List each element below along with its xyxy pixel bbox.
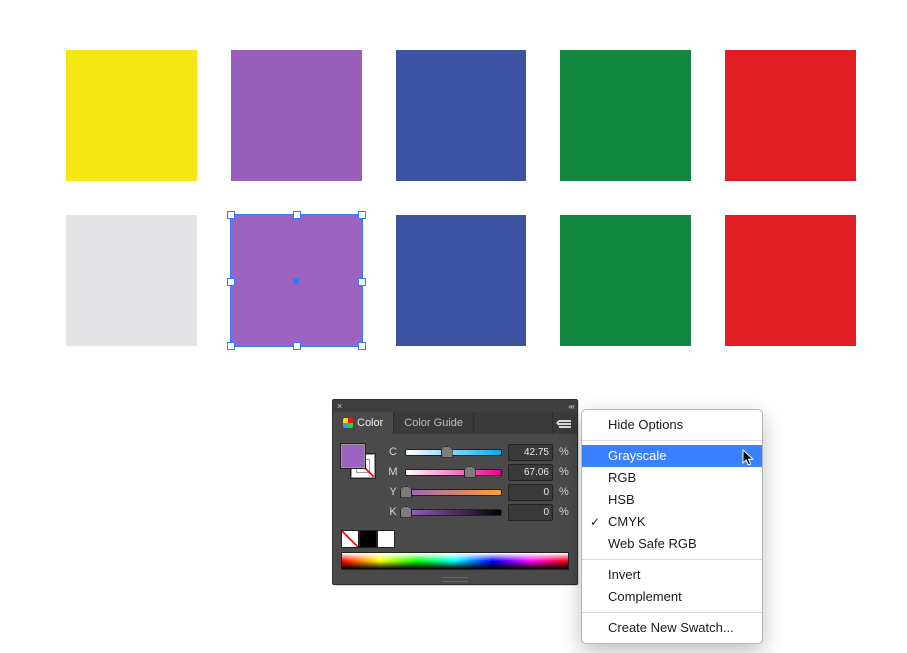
slider-knob[interactable] xyxy=(400,506,412,518)
menu-item[interactable]: Grayscale xyxy=(582,445,762,467)
menu-item-label: Hide Options xyxy=(608,417,683,432)
color-swatch[interactable] xyxy=(231,215,362,346)
panel-resize-grip[interactable] xyxy=(333,574,577,584)
channel-slider[interactable] xyxy=(405,469,502,476)
color-panel[interactable]: × «« Color Color Guide C 42.75% M 67.06% Y 0%… xyxy=(332,399,578,585)
tab-color-guide[interactable]: Color Guide xyxy=(394,412,474,434)
color-swatch[interactable] xyxy=(725,215,856,346)
menu-item-label: Web Safe RGB xyxy=(608,536,697,551)
color-swatch[interactable] xyxy=(396,215,527,346)
color-swatch[interactable] xyxy=(231,50,362,181)
tab-guide-label: Color Guide xyxy=(404,417,463,429)
channel-label: K xyxy=(387,506,399,518)
menu-separator xyxy=(582,559,762,560)
menu-item-label: Invert xyxy=(608,567,641,582)
color-swatch[interactable] xyxy=(396,50,527,181)
channel-value[interactable]: 0 xyxy=(508,504,553,521)
selection-handle[interactable] xyxy=(358,342,366,350)
channel-slider[interactable] xyxy=(405,509,502,516)
slider-knob[interactable] xyxy=(400,486,412,498)
channel-row-c: C 42.75% xyxy=(387,442,569,462)
color-swatch[interactable] xyxy=(560,50,691,181)
menu-item-label: Create New Swatch... xyxy=(608,620,734,635)
selection-center[interactable] xyxy=(293,278,299,284)
selection-handle[interactable] xyxy=(227,278,235,286)
panel-tabs: Color Color Guide xyxy=(333,412,577,434)
channel-row-m: M 67.06% xyxy=(387,462,569,482)
color-wheel-icon xyxy=(343,418,353,428)
menu-item[interactable]: Create New Swatch... xyxy=(582,617,762,639)
collapse-icon[interactable]: «« xyxy=(568,402,573,411)
menu-item[interactable]: Web Safe RGB xyxy=(582,533,762,555)
percent-label: % xyxy=(559,506,569,518)
channel-label: Y xyxy=(387,486,399,498)
menu-item[interactable]: HSB xyxy=(582,489,762,511)
channel-row-k: K 0% xyxy=(387,502,569,522)
artboard[interactable] xyxy=(66,50,856,380)
cmyk-sliders: C 42.75% M 67.06% Y 0% K 0% xyxy=(387,442,569,522)
panel-flyout-menu: Hide Options Grayscale RGB HSB ✓ CMYK Web Safe… xyxy=(581,409,763,644)
channel-value[interactable]: 67.06 xyxy=(508,464,553,481)
tab-color-label: Color xyxy=(357,417,383,429)
white-chip[interactable] xyxy=(377,530,395,548)
channel-value[interactable]: 0 xyxy=(508,484,553,501)
check-icon: ✓ xyxy=(590,513,600,531)
menu-item[interactable]: Complement xyxy=(582,586,762,608)
channel-label: C xyxy=(387,446,399,458)
menu-icon xyxy=(559,418,571,428)
percent-label: % xyxy=(559,486,569,498)
channel-value[interactable]: 42.75 xyxy=(508,444,553,461)
selection-handle[interactable] xyxy=(358,278,366,286)
menu-separator xyxy=(582,440,762,441)
color-spectrum[interactable] xyxy=(341,552,569,570)
menu-item-label: RGB xyxy=(608,470,636,485)
menu-item-label: Grayscale xyxy=(608,448,667,463)
percent-label: % xyxy=(559,446,569,458)
swatch-row xyxy=(66,50,856,181)
panel-body: C 42.75% M 67.06% Y 0% K 0% xyxy=(333,434,577,574)
quick-colors xyxy=(341,530,569,548)
selection-handle[interactable] xyxy=(227,342,235,350)
close-icon[interactable]: × xyxy=(337,402,342,411)
menu-item-label: HSB xyxy=(608,492,635,507)
channel-slider[interactable] xyxy=(405,489,502,496)
channel-slider[interactable] xyxy=(405,449,502,456)
menu-item[interactable]: ✓ CMYK xyxy=(582,511,762,533)
channel-row-y: Y 0% xyxy=(387,482,569,502)
menu-item[interactable]: Hide Options xyxy=(582,414,762,436)
menu-item-label: Complement xyxy=(608,589,682,604)
selection-handle[interactable] xyxy=(227,211,235,219)
selection-outline xyxy=(230,214,363,347)
menu-item-label: CMYK xyxy=(608,514,646,529)
slider-knob[interactable] xyxy=(441,446,453,458)
slider-knob[interactable] xyxy=(464,466,476,478)
tab-color[interactable]: Color xyxy=(333,412,394,434)
none-color-chip[interactable] xyxy=(341,530,359,548)
selection-handle[interactable] xyxy=(358,211,366,219)
panel-flyout-button[interactable] xyxy=(552,412,577,434)
color-swatch[interactable] xyxy=(560,215,691,346)
channel-label: M xyxy=(387,466,399,478)
panel-titlebar[interactable]: × «« xyxy=(333,400,577,412)
menu-separator xyxy=(582,612,762,613)
color-swatch[interactable] xyxy=(66,215,197,346)
swatch-row xyxy=(66,215,856,346)
color-swatch[interactable] xyxy=(725,50,856,181)
black-chip[interactable] xyxy=(359,530,377,548)
fill-stroke-proxy[interactable] xyxy=(341,444,375,478)
fill-swatch[interactable] xyxy=(341,444,365,468)
selection-handle[interactable] xyxy=(293,211,301,219)
color-swatch[interactable] xyxy=(66,50,197,181)
selection-handle[interactable] xyxy=(293,342,301,350)
percent-label: % xyxy=(559,466,569,478)
menu-item[interactable]: Invert xyxy=(582,564,762,586)
menu-item[interactable]: RGB xyxy=(582,467,762,489)
